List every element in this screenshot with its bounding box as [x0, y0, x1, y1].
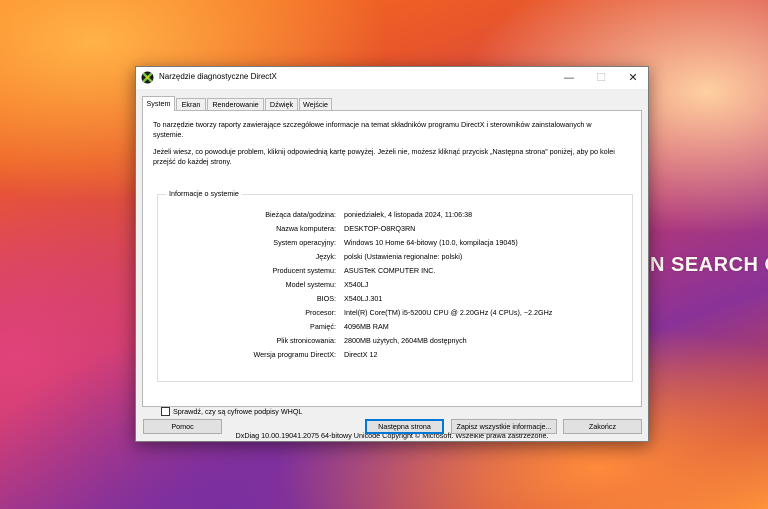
save-all-info-button[interactable]: Zapisz wszystkie informacje...	[451, 419, 557, 434]
info-value: poniedziałek, 4 listopada 2024, 11:06:38	[344, 210, 473, 219]
info-row-datetime: Bieżąca data/godzina: poniedziałek, 4 li…	[158, 210, 632, 221]
info-label: Język:	[315, 252, 336, 261]
info-value: X540LJ	[344, 280, 369, 289]
info-label: Producent systemu:	[272, 266, 336, 275]
system-info-group: Informacje o systemie Bieżąca data/godzi…	[157, 189, 633, 382]
window-title: Narzędzie diagnostyczne DirectX	[159, 72, 277, 81]
title-bar[interactable]: Narzędzie diagnostyczne DirectX — ☐ ✕	[136, 67, 648, 89]
info-row-computer-name: Nazwa komputera: DESKTOP-O8RQ3RN	[158, 224, 632, 235]
info-row-model: Model systemu: X540LJ	[158, 280, 632, 291]
whql-checkbox[interactable]	[161, 407, 170, 416]
info-value: DESKTOP-O8RQ3RN	[344, 224, 416, 233]
info-value: ASUSTeK COMPUTER INC.	[344, 266, 436, 275]
info-label: BIOS:	[316, 294, 336, 303]
maximize-button[interactable]: ☐	[586, 67, 616, 89]
intro-paragraph-1: To narzędzie tworzy raporty zawierające …	[153, 120, 592, 139]
tab-wejscie[interactable]: Wejście	[299, 98, 332, 110]
system-tab-panel: To narzędzie tworzy raporty zawierające …	[142, 110, 642, 440]
info-value: 2800MB użytych, 2604MB dostępnych	[344, 336, 467, 345]
info-label: Bieżąca data/godzina:	[265, 210, 336, 219]
exit-button[interactable]: Zakończ	[563, 419, 642, 434]
whql-checkbox-label[interactable]: Sprawdź, czy są cyfrowe podpisy WHQL	[173, 407, 302, 416]
info-row-directx-version: Wersja programu DirectX: DirectX 12	[158, 350, 632, 361]
tab-system[interactable]: System	[142, 96, 175, 111]
info-row-memory: Pamięć: 4096MB RAM	[158, 322, 632, 333]
wallpaper-text: N SEARCH OF I	[650, 254, 768, 276]
directx-icon	[141, 71, 154, 84]
info-value: polski (Ustawienia regionalne: polski)	[344, 252, 463, 261]
tab-dzwiek[interactable]: Dźwięk	[265, 98, 298, 110]
info-row-language: Język: polski (Ustawienia regionalne: po…	[158, 252, 632, 263]
intro-paragraph-2: Jeżeli wiesz, co powoduje problem, klikn…	[153, 147, 615, 166]
info-label: System operacyjny:	[273, 238, 336, 247]
tab-renderowanie[interactable]: Renderowanie	[207, 98, 264, 110]
minimize-button[interactable]: —	[554, 67, 584, 89]
dxdiag-window: Narzędzie diagnostyczne DirectX — ☐ ✕ Sy…	[135, 66, 649, 442]
info-value: Windows 10 Home 64-bitowy (10.0, kompila…	[344, 238, 518, 247]
info-label: Pamięć:	[310, 322, 336, 331]
info-value: X540LJ.301	[344, 294, 383, 303]
info-row-manufacturer: Producent systemu: ASUSTeK COMPUTER INC.	[158, 266, 632, 277]
group-title: Informacje o systemie	[166, 189, 242, 198]
info-label: Nazwa komputera:	[276, 224, 336, 233]
close-button[interactable]: ✕	[618, 67, 648, 89]
info-value: DirectX 12	[344, 350, 378, 359]
info-label: Procesor:	[305, 308, 336, 317]
info-row-processor: Procesor: Intel(R) Core(TM) i5-5200U CPU…	[158, 308, 632, 319]
info-row-os: System operacyjny: Windows 10 Home 64-bi…	[158, 238, 632, 249]
info-label: Wersja programu DirectX:	[253, 350, 336, 359]
help-button[interactable]: Pomoc	[143, 419, 222, 434]
info-value: 4096MB RAM	[344, 322, 389, 331]
next-page-button[interactable]: Następna strona	[365, 419, 444, 434]
info-value: Intel(R) Core(TM) i5-5200U CPU @ 2.20GHz…	[344, 308, 553, 317]
info-row-page-file: Plik stronicowania: 2800MB użytych, 2604…	[158, 336, 632, 347]
info-label: Model systemu:	[285, 280, 336, 289]
tab-ekran[interactable]: Ekran	[176, 98, 206, 110]
info-label: Plik stronicowania:	[276, 336, 336, 345]
info-row-bios: BIOS: X540LJ.301	[158, 294, 632, 305]
